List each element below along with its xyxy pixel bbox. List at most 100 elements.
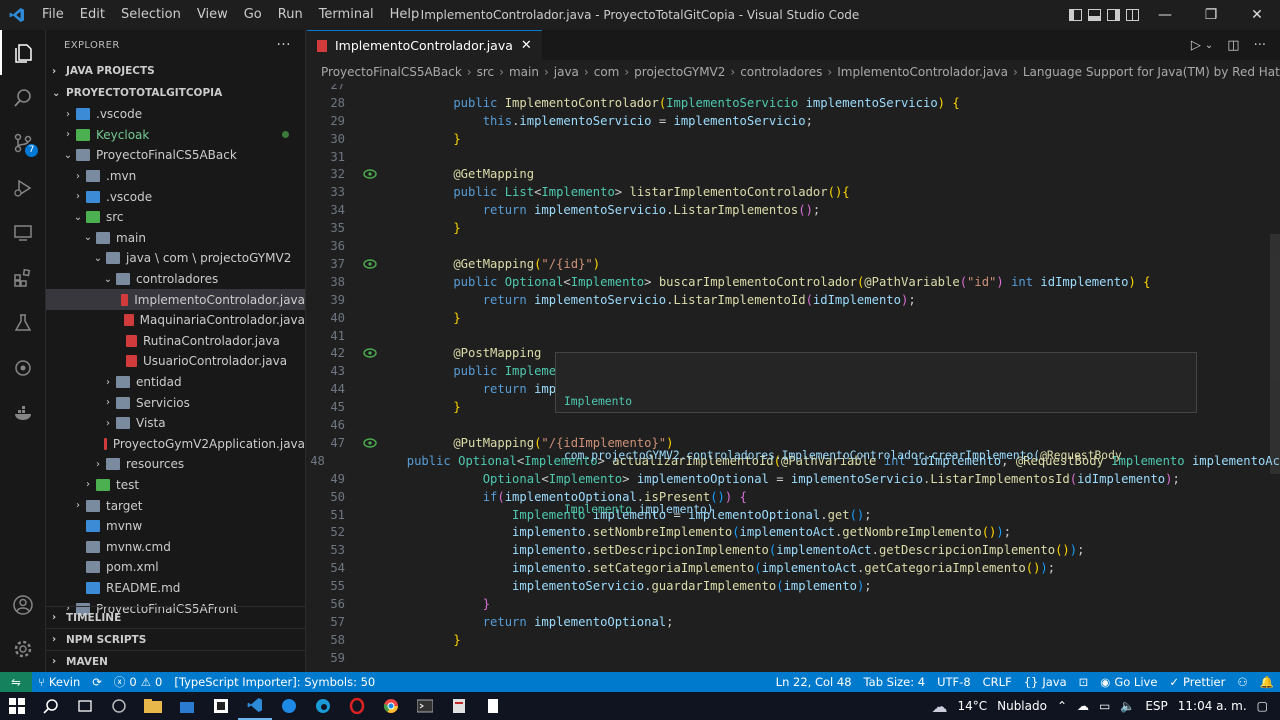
chrome-icon[interactable]	[374, 692, 408, 720]
search-taskbar-icon[interactable]	[34, 692, 68, 720]
toggle-sidebar-icon[interactable]	[1066, 0, 1085, 30]
vertical-scrollbar[interactable]	[1268, 84, 1280, 672]
tree-item[interactable]: ImplementoControlador.java	[46, 289, 305, 310]
notepad-icon[interactable]	[476, 692, 510, 720]
tree-item[interactable]: › .vscode	[46, 186, 305, 207]
codelens-icon[interactable]	[345, 169, 395, 180]
code-editor[interactable]: 59 58 } 57 return implementoOptional; 56 } 5…	[307, 84, 1280, 672]
go-live-button[interactable]: ◉ Go Live	[1094, 675, 1163, 689]
menu-item-help[interactable]: Help	[382, 0, 428, 30]
keyboard-lang[interactable]: ESP	[1145, 699, 1167, 713]
breadcrumb-item[interactable]: controladores	[740, 65, 822, 79]
weather-desc[interactable]: Nublado	[997, 699, 1047, 713]
clock[interactable]: 11:04 a. m.	[1178, 699, 1247, 713]
tree-item[interactable]: mvnw	[46, 516, 305, 537]
toggle-panel-icon[interactable]	[1085, 0, 1104, 30]
section-timeline[interactable]: › TIMELINE	[46, 606, 305, 628]
close-tab-icon[interactable]: ✕	[521, 38, 532, 53]
weather-temp[interactable]: 14°C	[957, 699, 987, 713]
store-icon[interactable]	[170, 692, 204, 720]
app-icon-1[interactable]	[102, 692, 136, 720]
account-status-icon[interactable]: ⚇	[1231, 675, 1253, 689]
weather-cloud-icon[interactable]: ☁	[931, 697, 947, 716]
scrollbar-thumb[interactable]	[1270, 234, 1280, 474]
customize-layout-icon[interactable]	[1123, 0, 1142, 30]
tree-item[interactable]: UsuarioControlador.java	[46, 351, 305, 372]
tree-item[interactable]: RutinaControlador.java	[46, 331, 305, 352]
cursor-position[interactable]: Ln 22, Col 48	[770, 675, 858, 689]
task-view-icon[interactable]	[68, 692, 102, 720]
menu-item-edit[interactable]: Edit	[72, 0, 113, 30]
tree-item[interactable]: ProyectoGymV2Application.java	[46, 434, 305, 455]
search-icon[interactable]	[0, 75, 46, 120]
tree-item[interactable]: ⌄ java \ com \ projectoGYMV2	[46, 248, 305, 269]
menu-item-run[interactable]: Run	[270, 0, 311, 30]
end-of-line[interactable]: CRLF	[977, 675, 1018, 689]
vscode-taskbar-icon[interactable]	[238, 692, 272, 720]
explorer-icon[interactable]	[0, 30, 46, 75]
remote-explorer-icon[interactable]	[0, 210, 46, 255]
tray-chevron-icon[interactable]: ⌃	[1057, 699, 1067, 713]
close-window-button[interactable]: ✕	[1234, 0, 1280, 30]
accounts-icon[interactable]	[0, 582, 46, 627]
docker-icon[interactable]	[0, 390, 46, 435]
gitlens-icon[interactable]	[0, 345, 46, 390]
terminal-icon[interactable]	[408, 692, 442, 720]
run-java-icon[interactable]: ▷	[1191, 38, 1201, 53]
app-icon-2[interactable]	[204, 692, 238, 720]
tree-item[interactable]: › Servicios	[46, 392, 305, 413]
testing-icon[interactable]	[0, 300, 46, 345]
tree-item[interactable]: ⌄ controladores	[46, 269, 305, 290]
volume-icon[interactable]: 🔈	[1120, 699, 1135, 713]
tree-item[interactable]: mvnw.cmd	[46, 536, 305, 557]
tree-item[interactable]: ⌄ ProyectoFinalCS5ABack	[46, 145, 305, 166]
ts-importer-status[interactable]: [TypeScript Importer]: Symbols: 50	[168, 675, 381, 689]
source-control-icon[interactable]: 7	[0, 120, 46, 165]
chevron-down-icon[interactable]: ⌄	[1205, 40, 1213, 51]
breadcrumb-item[interactable]: src	[477, 65, 495, 79]
menu-item-terminal[interactable]: Terminal	[311, 0, 382, 30]
menu-item-go[interactable]: Go	[236, 0, 270, 30]
tree-item[interactable]: ⌄ main	[46, 228, 305, 249]
tree-item[interactable]: ⌄ src	[46, 207, 305, 228]
onedrive-icon[interactable]: ☁	[1077, 699, 1089, 713]
tree-item[interactable]: › resources	[46, 454, 305, 475]
notifications-bell-icon[interactable]: 🔔	[1254, 675, 1280, 689]
network-icon[interactable]: ▭	[1099, 699, 1110, 713]
tree-item[interactable]: pom.xml	[46, 557, 305, 578]
more-actions-icon[interactable]: ···	[1254, 38, 1266, 53]
tree-item[interactable]: › test	[46, 475, 305, 496]
tree-item[interactable]: › Keycloak	[46, 125, 305, 146]
file-explorer-icon[interactable]	[136, 692, 170, 720]
tree-item[interactable]: › target	[46, 495, 305, 516]
breadcrumb-item[interactable]: Language Support for Java(TM) by Red Hat	[1023, 65, 1280, 79]
breadcrumb-item[interactable]: ProyectoFinalCS5ABack	[321, 65, 462, 79]
breadcrumb-item[interactable]: ImplementoControlador.java	[837, 65, 1008, 79]
section-npm-scripts[interactable]: › NPM SCRIPTS	[46, 628, 305, 650]
app-icon-3[interactable]	[272, 692, 306, 720]
codelens-icon[interactable]	[345, 259, 395, 269]
explorer-more-actions[interactable]: ···	[276, 37, 291, 53]
workspace-section[interactable]: ⌄ PROYECTOTOTALGITCOPIA	[46, 82, 305, 104]
split-editor-icon[interactable]: ◫	[1227, 38, 1239, 53]
tree-item[interactable]: › .mvn	[46, 166, 305, 187]
breadcrumb-item[interactable]: main	[509, 65, 539, 79]
notifications-icon[interactable]: ▢	[1257, 699, 1268, 713]
problems-status[interactable]: ⓧ 0 ⚠ 0	[108, 674, 168, 690]
tree-item[interactable]: › Vista	[46, 413, 305, 434]
feedback-icon[interactable]: ⊡	[1073, 675, 1095, 689]
tree-item[interactable]: README.md	[46, 578, 305, 599]
codelens-icon[interactable]	[345, 438, 395, 448]
tree-item[interactable]: › entidad	[46, 372, 305, 393]
tab-size[interactable]: Tab Size: 4	[858, 675, 932, 689]
section-maven[interactable]: › MAVEN	[46, 650, 305, 672]
menu-item-view[interactable]: View	[189, 0, 236, 30]
remote-indicator-icon[interactable]: ⇋	[0, 672, 32, 692]
tab-implemento-controlador[interactable]: ImplementoControlador.java ✕	[307, 30, 542, 60]
toggle-secondary-sidebar-icon[interactable]	[1104, 0, 1123, 30]
codelens-icon[interactable]	[345, 348, 395, 359]
sync-icon[interactable]: ⟳	[86, 675, 108, 689]
tree-item[interactable]: MaquinariaControlador.java	[46, 310, 305, 331]
encoding[interactable]: UTF-8	[931, 675, 977, 689]
run-debug-icon[interactable]	[0, 165, 46, 210]
